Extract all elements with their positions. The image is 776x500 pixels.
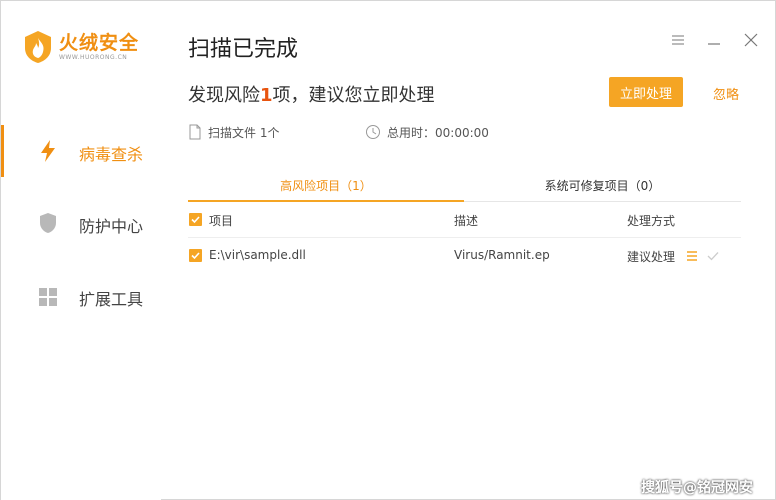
tab-system-fixable[interactable]: 系统可修复项目（0） [464, 177, 741, 203]
row-action: 建议处理 [627, 250, 676, 264]
tab-active-indicator [188, 200, 464, 202]
select-all-checkbox[interactable] [189, 213, 202, 226]
flame-logo-icon [25, 31, 51, 63]
files-scanned-text: 扫描文件 1个 [208, 125, 280, 140]
risk-suffix: 项，建议您立即处理 [272, 85, 435, 106]
action-menu-icon[interactable] [685, 249, 699, 263]
checkmark-icon [191, 216, 200, 224]
sidebar-item-protection[interactable]: 防护中心 [1, 197, 161, 249]
ignore-link[interactable]: 忽略 [713, 84, 739, 103]
column-header-item: 项目 [209, 214, 234, 228]
risk-prefix: 发现风险 [188, 85, 260, 106]
sidebar-item-label: 病毒查杀 [79, 145, 144, 164]
row-description: Virus/Ramnit.ep [454, 248, 550, 262]
watermark-text: 搜狐号@铭冠网安 [641, 480, 753, 496]
sidebar-item-label: 防护中心 [79, 217, 144, 236]
row-checkbox[interactable] [189, 249, 202, 262]
column-header-description: 描述 [454, 214, 479, 228]
risk-summary: 发现风险1项，建议您立即处理 [188, 81, 435, 107]
files-scanned-stat: 扫描文件 1个 [188, 123, 279, 141]
app-window: 火绒安全 WWW.HUORONG.CN 病毒查杀 防护中心 扩展工具 扫描已完成… [0, 0, 776, 500]
logo-subtext: WWW.HUORONG.CN [59, 54, 128, 61]
header-divider [188, 237, 741, 238]
column-header-action: 处理方式 [627, 214, 676, 228]
time-used-stat: 总用时：00:00:00 [365, 123, 489, 141]
grid-icon [39, 288, 57, 306]
risk-count: 1 [260, 85, 273, 106]
clock-icon [366, 125, 380, 139]
page-title: 扫描已完成 [188, 37, 299, 62]
sidebar: 火绒安全 WWW.HUORONG.CN 病毒查杀 防护中心 扩展工具 [1, 1, 161, 500]
logo-text: 火绒安全 [59, 32, 140, 54]
shield-icon [40, 213, 56, 233]
file-icon [189, 124, 201, 140]
minimize-icon[interactable] [705, 31, 723, 49]
sidebar-item-virus-scan[interactable]: 病毒查杀 [1, 125, 161, 177]
lightning-icon [41, 140, 55, 162]
logo: 火绒安全 WWW.HUORONG.CN [23, 29, 139, 65]
row-item-path: E:\vir\sample.dll [209, 248, 306, 262]
fix-now-button[interactable]: 立即处理 [609, 77, 683, 107]
checkmark-icon [191, 252, 200, 260]
menu-icon[interactable] [669, 31, 687, 49]
sidebar-item-tools[interactable]: 扩展工具 [1, 270, 161, 322]
time-used-text: 总用时：00:00:00 [387, 125, 489, 140]
sidebar-item-label: 扩展工具 [79, 290, 144, 309]
trust-check-icon[interactable] [706, 249, 720, 263]
close-icon[interactable] [742, 31, 760, 49]
